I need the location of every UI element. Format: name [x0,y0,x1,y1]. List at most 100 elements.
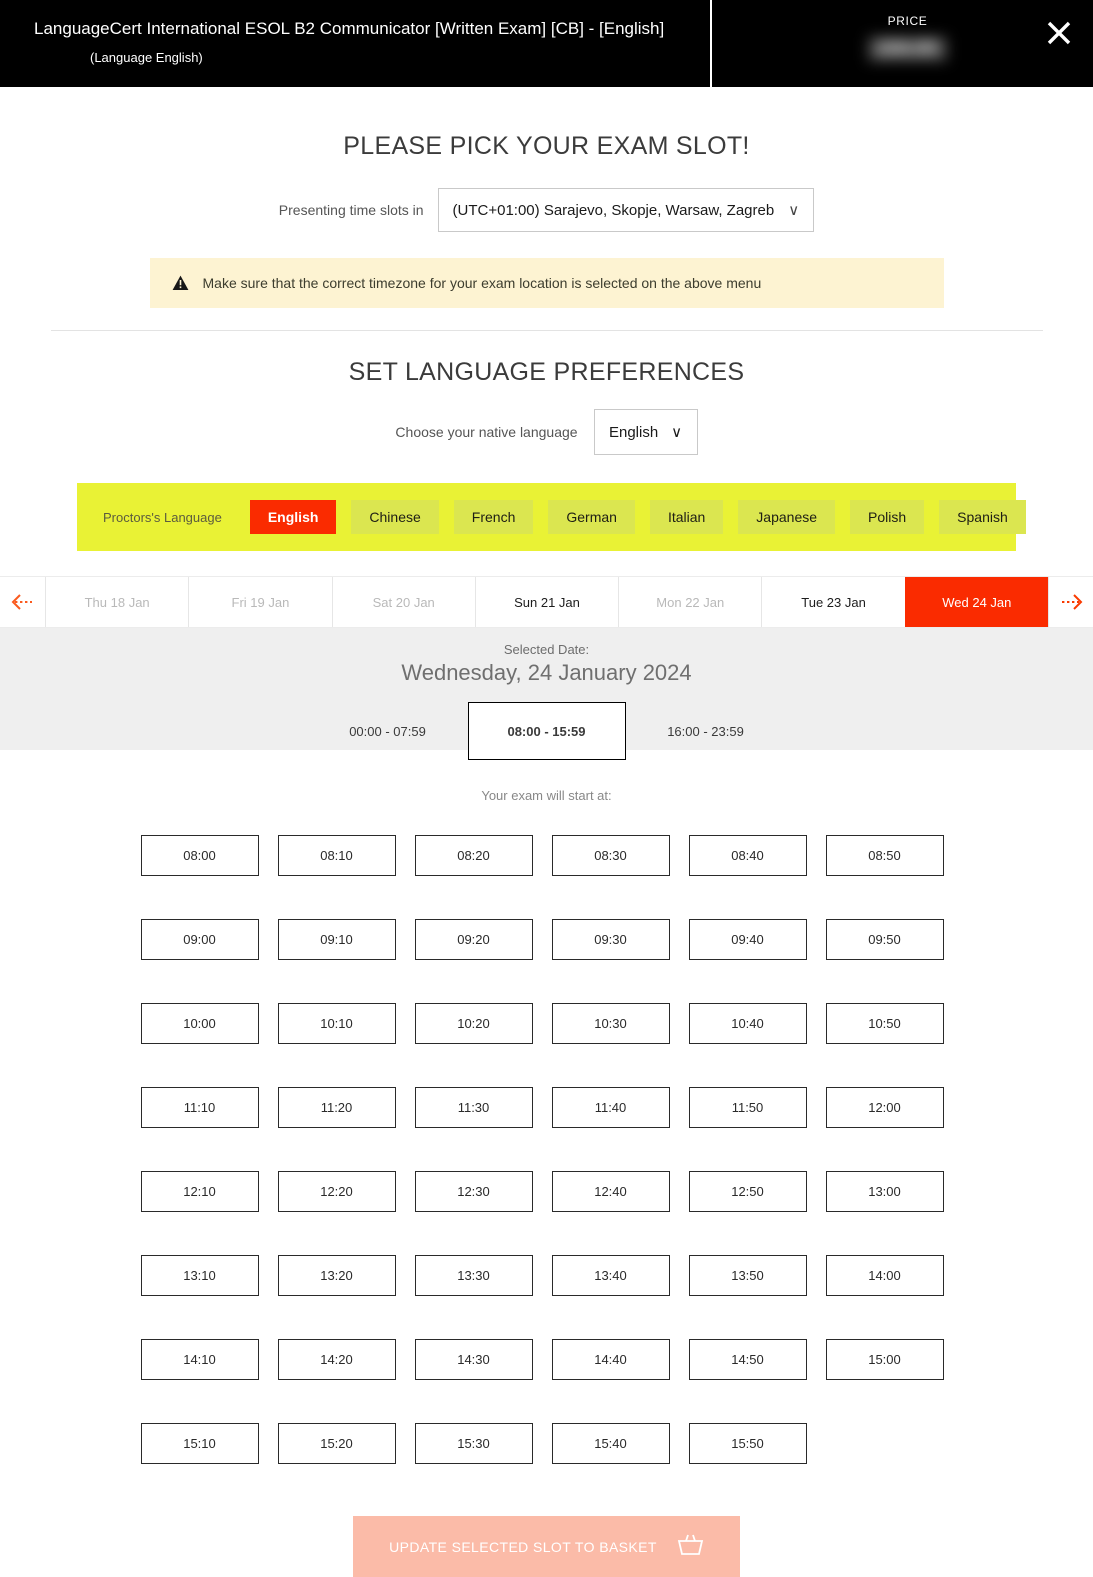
time-slot-button[interactable]: 13:40 [551,1255,670,1296]
timezone-warning-banner: Make sure that the correct timezone for … [149,258,944,308]
date-tab-wed-24-jan[interactable]: Wed 24 Jan [904,577,1048,627]
time-slot-button[interactable]: 08:10 [277,835,396,876]
date-tab-sat-20-jan: Sat 20 Jan [331,577,475,627]
time-slot-button[interactable]: 14:40 [551,1339,670,1380]
time-period-tab[interactable]: 00:00 - 07:59 [308,702,468,760]
time-slot-button[interactable]: 12:10 [140,1171,259,1212]
time-slot-button[interactable]: 08:00 [140,835,259,876]
time-period-tab[interactable]: 16:00 - 23:59 [626,702,786,760]
update-slot-to-basket-button[interactable]: UPDATE SELECTED SLOT TO BASKET [353,1516,740,1577]
proctor-language-chip[interactable]: Chinese [351,500,439,534]
native-language-row: Choose your native language English ∨ [0,409,1093,455]
exam-language-note: (Language English) [90,50,203,65]
timezone-label: Presenting time slots in [278,202,424,218]
proctor-language-chip[interactable]: Japanese [738,500,836,534]
time-slot-button[interactable]: 10:20 [414,1003,533,1044]
timezone-warning-text: Make sure that the correct timezone for … [202,275,762,291]
proctor-language-label: Japanese [756,509,818,525]
time-slot-button[interactable]: 13:30 [414,1255,533,1296]
price-block: PRICE £84.00 [868,0,947,61]
time-slot-button[interactable]: 15:20 [277,1423,396,1464]
proctor-language-chip[interactable]: French [453,500,534,534]
time-slot-button[interactable]: 15:30 [414,1423,533,1464]
basket-row: UPDATE SELECTED SLOT TO BASKET [0,1516,1093,1577]
time-slot-button[interactable]: 12:50 [688,1171,807,1212]
pick-exam-slot-title: PLEASE PICK YOUR EXAM SLOT! [343,132,750,160]
time-slot-button[interactable]: 14:30 [414,1339,533,1380]
date-tab-sun-21-jan[interactable]: Sun 21 Jan [474,577,619,627]
time-slot-button[interactable]: 09:00 [140,919,259,960]
proctors-language-options: English Chinese French German Italian Japanes… [249,500,1026,534]
time-slot-button[interactable]: 14:50 [688,1339,807,1380]
close-button[interactable] [1040,14,1078,52]
time-slot-button[interactable]: 09:50 [825,919,944,960]
proctor-language-label: German [566,509,617,525]
timezone-select[interactable]: (UTC+01:00) Sarajevo, Skopje, Warsaw, Za… [437,188,815,232]
time-slot-button[interactable]: 14:00 [825,1255,944,1296]
time-slot-button[interactable]: 13:20 [277,1255,396,1296]
page-title: LanguageCert International ESOL B2 Commu… [0,15,686,72]
time-slot-button[interactable]: 15:40 [551,1423,670,1464]
proctor-language-label: English [267,509,319,525]
time-slot-button[interactable]: 09:40 [688,919,807,960]
time-slot-button[interactable]: 10:40 [688,1003,807,1044]
proctor-language-chip[interactable]: German [548,500,635,534]
native-language-label: Choose your native language [395,424,578,440]
section-divider [50,330,1043,331]
time-slot-button[interactable]: 11:50 [688,1087,807,1128]
proctor-language-chip[interactable]: Italian [649,500,724,534]
time-period-tab[interactable]: 08:00 - 15:59 [467,702,626,760]
proctor-language-chip[interactable]: Polish [850,500,925,534]
time-slot-button[interactable]: 09:30 [551,919,670,960]
time-slot-button[interactable]: 12:30 [414,1171,533,1212]
price-label: PRICE [887,14,928,28]
time-slot-button[interactable]: 15:00 [825,1339,944,1380]
proctor-language-label: Italian [667,509,706,525]
time-slot-button[interactable]: 10:10 [277,1003,396,1044]
time-slot-button[interactable]: 11:20 [277,1087,396,1128]
basket-button-label: UPDATE SELECTED SLOT TO BASKET [389,1538,657,1555]
time-slot-button[interactable]: 08:40 [688,835,807,876]
time-slot-button[interactable]: 08:20 [414,835,533,876]
time-slot-button[interactable]: 10:50 [825,1003,944,1044]
time-slot-button[interactable]: 09:20 [414,919,533,960]
basket-icon [677,1533,704,1560]
date-tab-tue-23-jan[interactable]: Tue 23 Jan [761,577,905,627]
time-slot-button[interactable]: 08:30 [551,835,670,876]
time-slot-button[interactable]: 11:40 [551,1087,670,1128]
time-slot-button[interactable]: 15:50 [688,1423,807,1464]
header-title-container: LanguageCert International ESOL B2 Commu… [0,0,712,87]
proctor-language-chip[interactable]: English [249,500,337,534]
chevron-down-icon: ∨ [671,424,683,441]
next-dates-button[interactable] [1048,577,1093,627]
price-value: £84.00 [868,37,947,61]
time-slot-button[interactable]: 15:10 [140,1423,259,1464]
time-slot-button[interactable]: 14:10 [140,1339,259,1380]
time-slot-button[interactable]: 12:40 [551,1171,670,1212]
time-slot-button[interactable]: 14:20 [277,1339,396,1380]
proctor-language-chip[interactable]: Spanish [939,500,1026,534]
arrow-left-dashed-icon [11,594,32,610]
proctor-language-label: Spanish [957,509,1008,525]
time-slot-button[interactable]: 10:00 [140,1003,259,1044]
time-slot-button[interactable]: 11:30 [414,1087,533,1128]
time-slot-button[interactable]: 11:10 [140,1087,259,1128]
time-slot-button[interactable]: 10:30 [551,1003,670,1044]
date-tab-fri-19-jan: Fri 19 Jan [188,577,332,627]
timezone-selected-value: (UTC+01:00) Sarajevo, Skopje, Warsaw, Za… [452,201,775,219]
time-slot-button[interactable]: 13:00 [825,1171,944,1212]
time-slot-button[interactable]: 12:00 [825,1087,944,1128]
slots-caption: Your exam will start at: [481,788,612,803]
time-slot-grid: 08:00 08:10 08:20 08:30 08:40 08:50 09:00 09:10… [140,835,953,1464]
time-slot-button[interactable]: 13:50 [688,1255,807,1296]
time-slot-button[interactable]: 12:20 [277,1171,396,1212]
time-slot-button[interactable]: 08:50 [825,835,944,876]
proctor-language-label: Polish [868,509,907,525]
time-slot-button[interactable]: 09:10 [277,919,396,960]
date-tab-mon-22-jan: Mon 22 Jan [618,577,762,627]
time-slot-button[interactable]: 13:10 [140,1255,259,1296]
date-navigation-strip: Thu 18 Jan Fri 19 Jan Sat 20 Jan Sun 21 Jan… [0,576,1093,628]
prev-dates-button[interactable] [0,577,45,627]
selected-date-panel: Selected Date: Wednesday, 24 January 202… [0,628,1093,760]
native-language-select[interactable]: English ∨ [593,409,698,455]
